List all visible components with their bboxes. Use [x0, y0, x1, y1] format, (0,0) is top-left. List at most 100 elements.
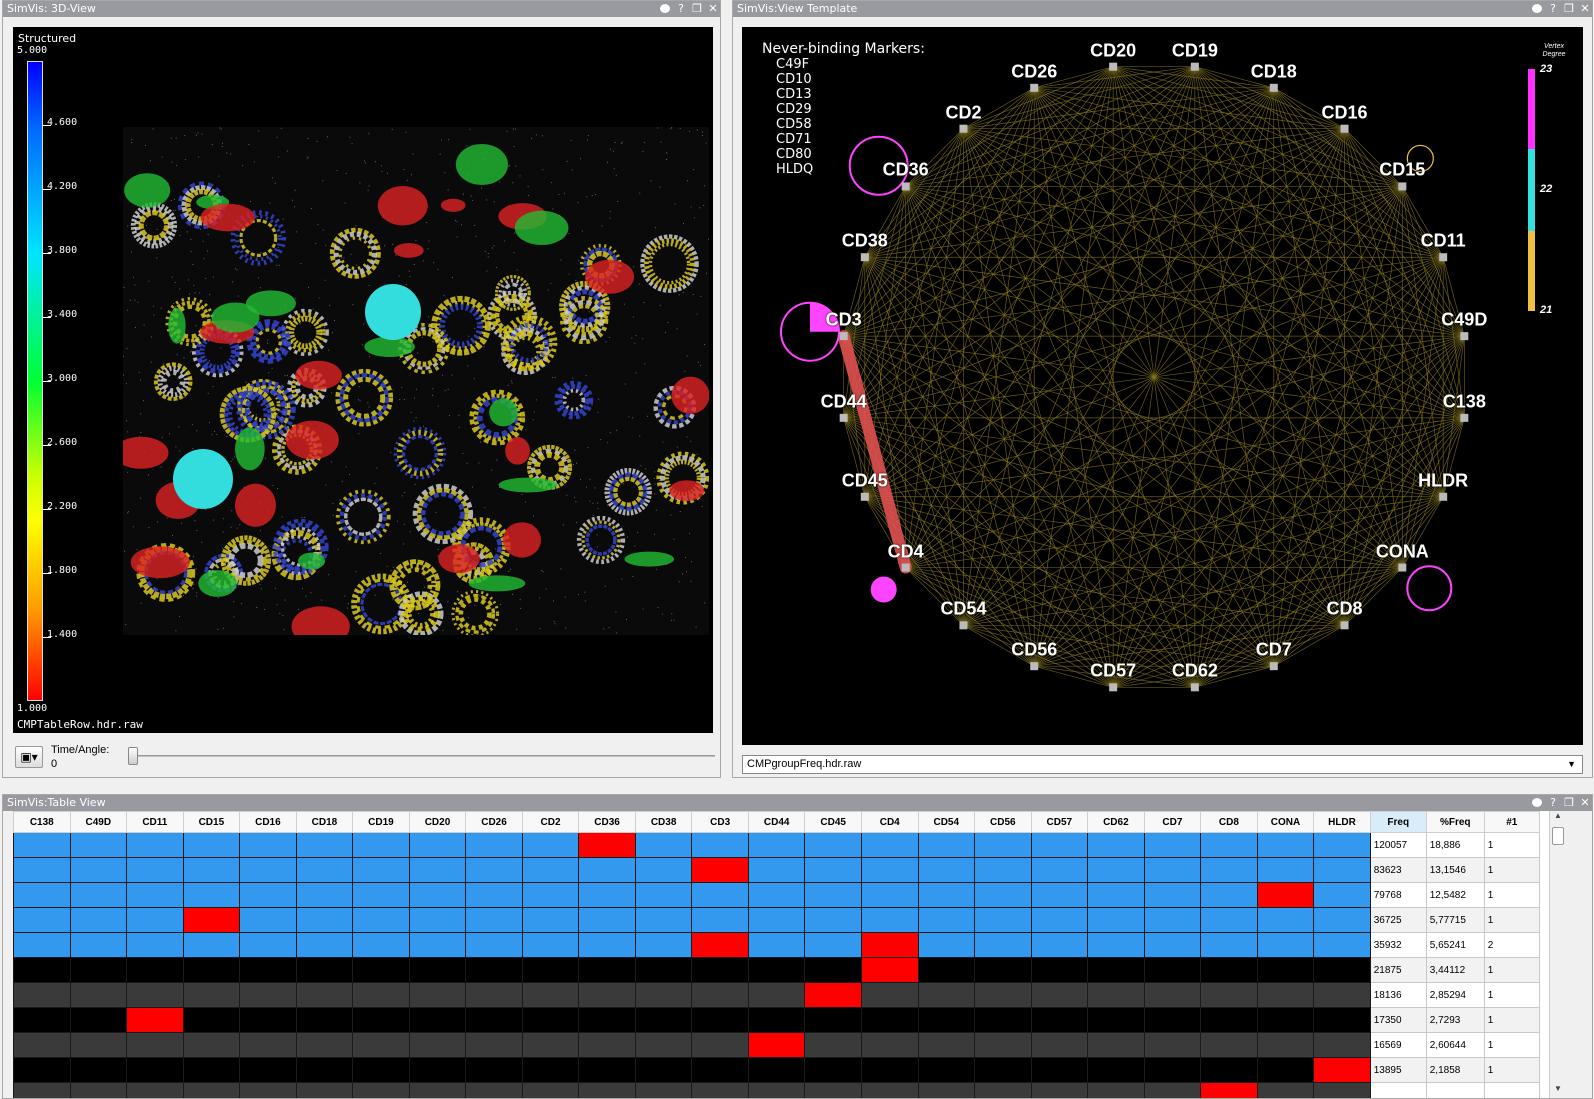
table-cell[interactable]: [860, 832, 919, 858]
table-cell[interactable]: [13, 1082, 71, 1098]
table-cell[interactable]: [182, 1032, 241, 1058]
table-cell-n[interactable]: 1: [1483, 857, 1540, 883]
table-cell[interactable]: [747, 857, 806, 883]
table-cell[interactable]: [352, 832, 410, 858]
table-cell-pfreq[interactable]: 18,886: [1425, 832, 1485, 858]
table-cell-n[interactable]: 1: [1483, 832, 1540, 858]
table-cell[interactable]: [126, 1057, 184, 1083]
column-header-cd2[interactable]: CD2: [521, 811, 580, 833]
table-cell[interactable]: [634, 857, 693, 883]
node-label-cd56[interactable]: CD56: [1011, 640, 1057, 661]
table-cell[interactable]: [1200, 857, 1258, 883]
table-cell[interactable]: [1200, 982, 1258, 1008]
table-cell[interactable]: [578, 1007, 636, 1033]
table-cell[interactable]: [578, 1057, 636, 1083]
table-cell[interactable]: [1256, 957, 1315, 983]
table-cell[interactable]: [578, 1032, 636, 1058]
table-cell[interactable]: [860, 1082, 919, 1098]
table-cell[interactable]: [804, 907, 862, 933]
table-cell[interactable]: [521, 857, 580, 883]
table-cell[interactable]: [521, 1007, 580, 1033]
table-cell[interactable]: [634, 932, 693, 958]
table-cell[interactable]: [1200, 1057, 1258, 1083]
table-cell[interactable]: [1087, 982, 1145, 1008]
column-header-cd15[interactable]: CD15: [182, 811, 241, 833]
table-cell[interactable]: [465, 932, 523, 958]
table-cell[interactable]: [1087, 957, 1145, 983]
table-cell[interactable]: [352, 957, 410, 983]
table-cell[interactable]: [126, 832, 184, 858]
table-cell[interactable]: [747, 1007, 806, 1033]
column-header-stat[interactable]: Freq: [1369, 811, 1427, 833]
table-cell[interactable]: [578, 1082, 636, 1098]
column-header-cd56[interactable]: CD56: [974, 811, 1032, 833]
table-cell[interactable]: [13, 832, 71, 858]
table-cell[interactable]: [465, 1007, 523, 1033]
column-header-cd11[interactable]: CD11: [126, 811, 184, 833]
table-row[interactable]: 16569 2,60644 1: [13, 1032, 1540, 1058]
scroll-thumb[interactable]: [1552, 827, 1564, 845]
table-cell-n[interactable]: 1: [1483, 957, 1540, 983]
column-header-cd62[interactable]: CD62: [1087, 811, 1145, 833]
table-cell[interactable]: [1030, 957, 1089, 983]
table-cell[interactable]: [239, 907, 297, 933]
table-cell[interactable]: [1313, 832, 1371, 858]
node-label-c138[interactable]: C138: [1443, 391, 1486, 412]
table-cell[interactable]: [1200, 932, 1258, 958]
close-icon[interactable]: ✕: [1580, 1, 1590, 17]
table-cell[interactable]: [408, 1057, 467, 1083]
table-cell-n[interactable]: [1483, 1082, 1540, 1098]
table-cell[interactable]: [634, 907, 693, 933]
table-cell[interactable]: [295, 1082, 354, 1098]
table-cell[interactable]: [634, 832, 693, 858]
close-icon[interactable]: ✕: [708, 1, 718, 17]
node-label-cd54[interactable]: CD54: [940, 599, 986, 620]
table-cell[interactable]: [239, 857, 297, 883]
column-header-hldr[interactable]: HLDR: [1313, 811, 1371, 833]
table-cell[interactable]: [69, 907, 128, 933]
table-cell[interactable]: [578, 832, 636, 858]
table-cell[interactable]: [804, 1007, 862, 1033]
table-cell[interactable]: [860, 1007, 919, 1033]
table-cell[interactable]: [126, 1032, 184, 1058]
table-cell[interactable]: [578, 932, 636, 958]
table-cell[interactable]: [126, 1007, 184, 1033]
node-label-cd7[interactable]: CD7: [1256, 640, 1292, 661]
table-cell[interactable]: [860, 932, 919, 958]
table-cell[interactable]: [691, 907, 749, 933]
table-cell[interactable]: [1143, 1007, 1202, 1033]
table-cell[interactable]: [917, 907, 976, 933]
table-cell[interactable]: [126, 882, 184, 908]
table-cell[interactable]: [1143, 857, 1202, 883]
table-cell[interactable]: [239, 957, 297, 983]
table-cell-pfreq[interactable]: 2,60644: [1425, 1032, 1485, 1058]
table-cell[interactable]: [13, 982, 71, 1008]
table-cell[interactable]: [352, 1082, 410, 1098]
table-cell-freq[interactable]: [1369, 1082, 1427, 1098]
table-cell[interactable]: [182, 857, 241, 883]
table-cell[interactable]: [634, 1082, 693, 1098]
table-cell[interactable]: [69, 932, 128, 958]
table-cell[interactable]: [1030, 982, 1089, 1008]
table-cell[interactable]: [352, 932, 410, 958]
table-cell[interactable]: [295, 907, 354, 933]
table-cell[interactable]: [1200, 1082, 1258, 1098]
table-row[interactable]: 35932 5,65241 2: [13, 932, 1540, 958]
table-cell[interactable]: [691, 932, 749, 958]
table-cell[interactable]: [747, 1032, 806, 1058]
table-cell[interactable]: [182, 832, 241, 858]
table-cell[interactable]: [1143, 1082, 1202, 1098]
table-cell[interactable]: [1087, 882, 1145, 908]
table-cell[interactable]: [1256, 932, 1315, 958]
node-label-cd18[interactable]: CD18: [1251, 61, 1297, 82]
table-cell[interactable]: [295, 832, 354, 858]
table-cell[interactable]: [634, 1032, 693, 1058]
table-cell[interactable]: [747, 1057, 806, 1083]
table-cell[interactable]: [578, 907, 636, 933]
table-cell[interactable]: [69, 1082, 128, 1098]
table-cell[interactable]: [691, 857, 749, 883]
table-cell[interactable]: [860, 957, 919, 983]
table-cell[interactable]: [1087, 1007, 1145, 1033]
table-row[interactable]: 120057 18,886 1: [13, 832, 1540, 858]
table-cell[interactable]: [13, 1032, 71, 1058]
